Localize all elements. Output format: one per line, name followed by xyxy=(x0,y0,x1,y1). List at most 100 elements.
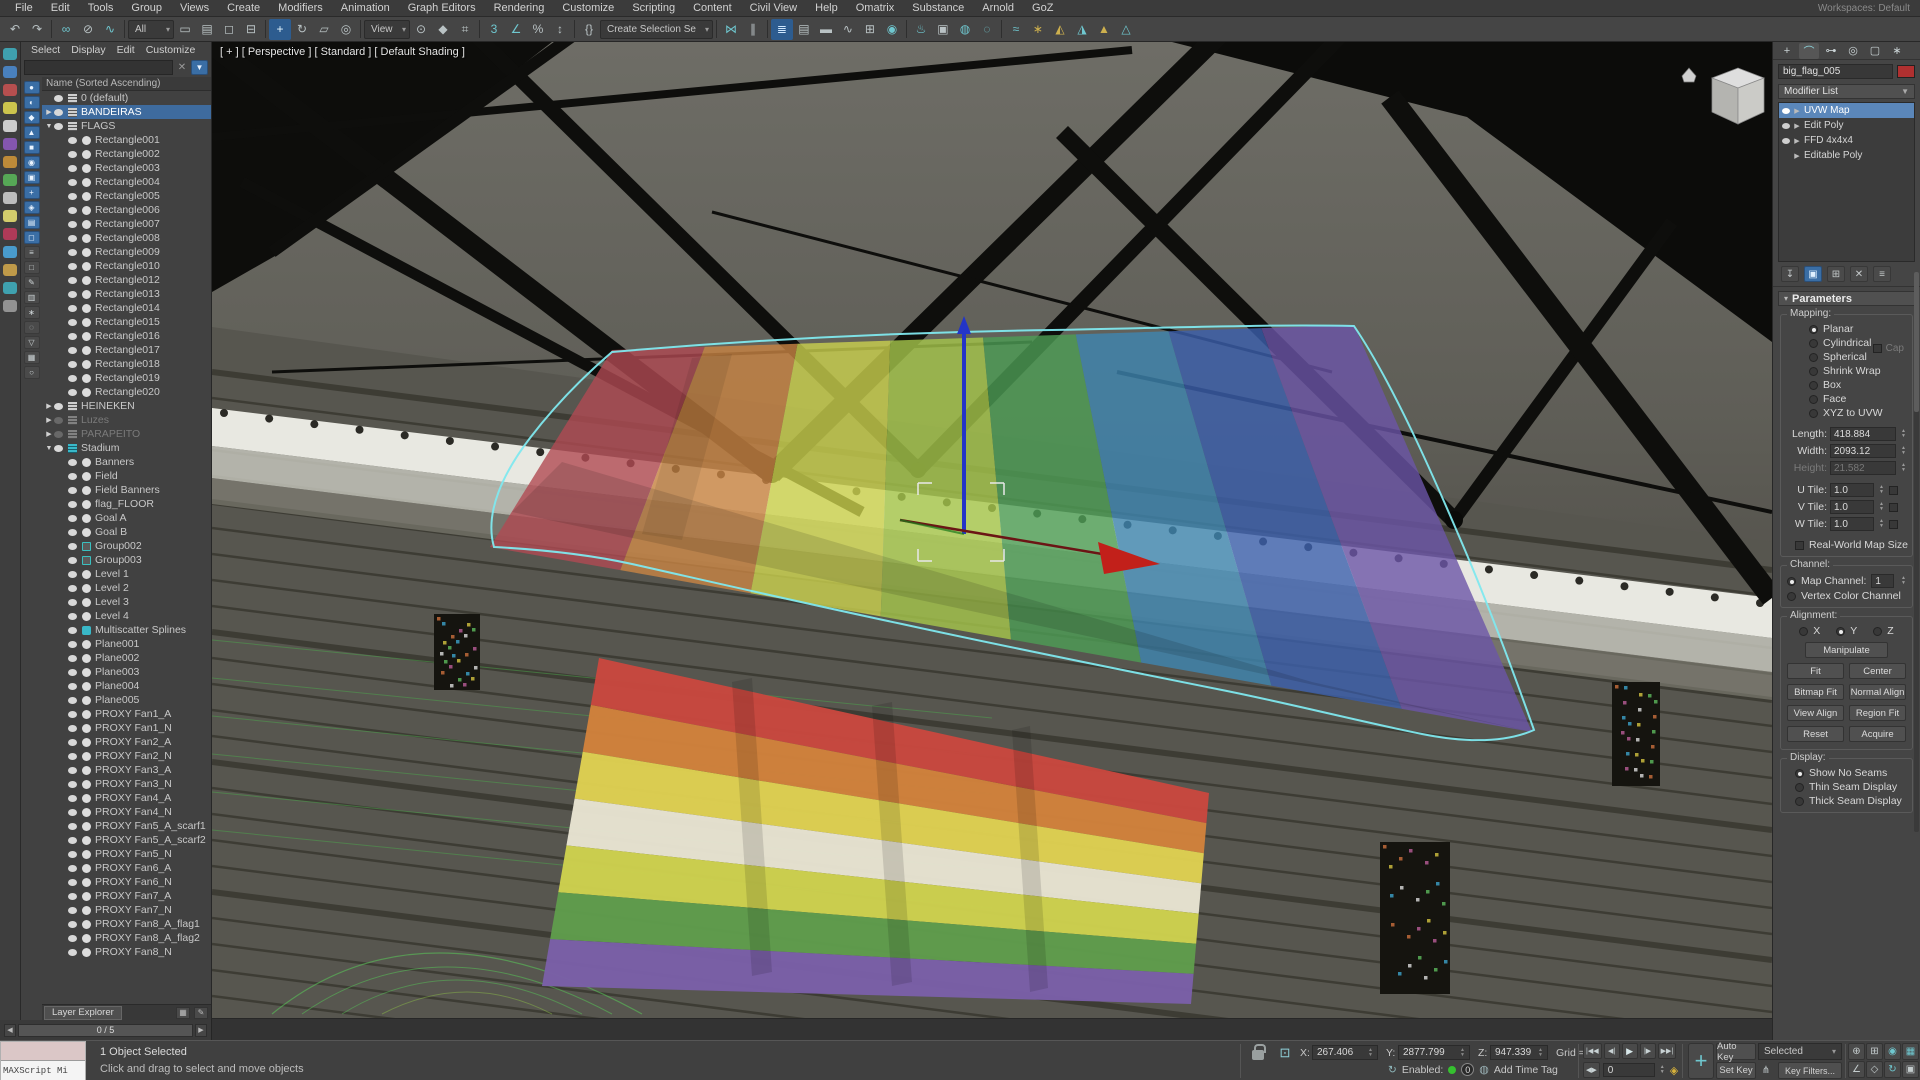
helpers-filter-icon[interactable] xyxy=(3,120,17,132)
vertex-color-option[interactable]: Vertex Color Channel xyxy=(1787,590,1908,602)
scene-item[interactable]: FLAGS xyxy=(42,119,211,133)
spinner-icon[interactable]: ▲▼ xyxy=(1899,461,1908,475)
visibility-eye-icon[interactable] xyxy=(68,501,77,508)
visibility-eye-icon[interactable] xyxy=(68,879,77,886)
modifier-expander-icon[interactable]: ▶ xyxy=(1793,137,1801,145)
flip-checkbox[interactable] xyxy=(1889,486,1898,495)
explorer-menu-item[interactable]: Edit xyxy=(117,44,135,56)
explorer-rows-button[interactable]: ▥ xyxy=(24,291,40,304)
visibility-eye-icon[interactable] xyxy=(68,347,77,354)
seam-display-option[interactable]: Thin Seam Display xyxy=(1795,781,1908,793)
create-tab[interactable]: + xyxy=(1777,43,1797,59)
visibility-eye-icon[interactable] xyxy=(68,473,77,480)
workspaces-selector[interactable]: Workspaces: Default xyxy=(1818,3,1910,14)
visibility-eye-icon[interactable] xyxy=(68,305,77,312)
snap-toggle-3d-icon[interactable]: 3 xyxy=(483,19,505,40)
cap-option[interactable]: Cap xyxy=(1873,343,1904,354)
visibility-eye-icon[interactable] xyxy=(54,445,63,452)
modify-tab[interactable]: ⌒ xyxy=(1799,43,1819,59)
explorer-list-button[interactable]: ≡ xyxy=(24,246,40,259)
toggle-ribbon-icon[interactable]: ▬ xyxy=(815,19,837,40)
axis-option[interactable]: Z xyxy=(1873,625,1893,637)
modifier-eye-icon[interactable] xyxy=(1782,138,1790,144)
visibility-eye-icon[interactable] xyxy=(68,893,77,900)
display-tab[interactable]: ▢ xyxy=(1865,43,1885,59)
misc-category-icon[interactable] xyxy=(3,300,17,312)
visibility-eye-icon[interactable] xyxy=(68,697,77,704)
spinner-icon[interactable]: ▲▼ xyxy=(1899,427,1908,441)
visibility-eye-icon[interactable] xyxy=(68,585,77,592)
visibility-eye-icon[interactable] xyxy=(68,459,77,466)
scene-item[interactable]: Plane004 xyxy=(42,679,211,693)
visibility-eye-icon[interactable] xyxy=(68,557,77,564)
bones-filter-icon[interactable] xyxy=(3,156,17,168)
spinner-icon[interactable]: ▲▼ xyxy=(1877,483,1886,497)
visibility-eye-icon[interactable] xyxy=(68,655,77,662)
motion-tab[interactable]: ◎ xyxy=(1843,43,1863,59)
scene-item[interactable]: PROXY Fan2_N xyxy=(42,749,211,763)
toolbar-separator[interactable] xyxy=(51,20,52,38)
percent-snap-icon[interactable]: % xyxy=(527,19,549,40)
axis-option[interactable]: Y xyxy=(1836,625,1857,637)
pan-icon[interactable]: ◇ xyxy=(1866,1061,1883,1078)
auto-key-button[interactable]: Auto Key xyxy=(1716,1043,1756,1060)
modifier-stack-item[interactable]: ▶ Editable Poly xyxy=(1779,148,1914,163)
radio-icon[interactable] xyxy=(1809,353,1818,362)
frame-step-icon[interactable]: ◀▶ xyxy=(1583,1062,1600,1078)
scene-item[interactable]: PROXY Fan6_N xyxy=(42,875,211,889)
play-button[interactable]: ▶ xyxy=(1622,1043,1638,1059)
flip-checkbox[interactable] xyxy=(1889,520,1898,529)
menu-item[interactable]: Help xyxy=(806,2,847,14)
show-end-result-icon[interactable]: ▣ xyxy=(1804,266,1822,282)
scene-item[interactable]: PROXY Fan5_A_scarf2 xyxy=(42,833,211,847)
number-input[interactable]: 1.0 xyxy=(1830,517,1874,531)
menu-item[interactable]: Edit xyxy=(42,2,79,14)
zoom-extents-icon[interactable]: ◉ xyxy=(1884,1043,1901,1060)
visibility-eye-icon[interactable] xyxy=(68,221,77,228)
radio-icon[interactable] xyxy=(1795,769,1804,778)
map-channel-option[interactable]: Map Channel: 1 ▲▼ xyxy=(1787,574,1908,588)
radio-icon[interactable] xyxy=(1799,627,1808,636)
radio-icon[interactable] xyxy=(1809,409,1818,418)
zoom-all-icon[interactable]: ⊞ xyxy=(1866,1043,1883,1060)
modifier-list-dropdown[interactable]: Modifier List▼ xyxy=(1778,84,1915,99)
selection-lock-icon[interactable] xyxy=(1252,1050,1264,1060)
modifier-expander-icon[interactable]: ▶ xyxy=(1793,152,1801,160)
menu-item[interactable]: Scripting xyxy=(623,2,684,14)
sphere-icon[interactable] xyxy=(3,282,17,294)
visibility-eye-icon[interactable] xyxy=(68,669,77,676)
bind-to-space-warp-icon[interactable]: ∿ xyxy=(99,19,121,40)
visibility-eye-icon[interactable] xyxy=(68,165,77,172)
spinner-icon[interactable]: ▲▼ xyxy=(1899,574,1908,588)
visibility-eye-icon[interactable] xyxy=(54,403,63,410)
visibility-eye-icon[interactable] xyxy=(68,389,77,396)
scene-item[interactable]: PROXY Fan3_A xyxy=(42,763,211,777)
visibility-eye-icon[interactable] xyxy=(68,487,77,494)
explorer-dot-button[interactable]: ○ xyxy=(24,366,40,379)
explorer-warps-button[interactable]: + xyxy=(24,186,40,199)
current-frame-field[interactable]: 0 xyxy=(1603,1063,1655,1077)
expander-icon[interactable] xyxy=(44,108,54,116)
seam-display-option[interactable]: Show No Seams xyxy=(1795,767,1908,779)
radio-icon[interactable] xyxy=(1809,339,1818,348)
visibility-eye-icon[interactable] xyxy=(68,767,77,774)
explorer-lights-button[interactable]: ■ xyxy=(24,141,40,154)
mirror-icon[interactable]: ⋈ xyxy=(720,19,742,40)
filter-icon[interactable]: ▼ xyxy=(191,60,208,75)
visibility-eye-icon[interactable] xyxy=(68,627,77,634)
curve-editor-icon[interactable]: ∿ xyxy=(837,19,859,40)
explorer-tri-button[interactable]: ▽ xyxy=(24,336,40,349)
mapping-option[interactable]: Shrink Wrap xyxy=(1809,365,1908,377)
hair-fx-icon[interactable]: ◭ xyxy=(1049,19,1071,40)
scene-item[interactable]: BANDEIRAS xyxy=(42,105,211,119)
z-coord-field[interactable]: 947.339▲▼ xyxy=(1490,1045,1548,1060)
containers-icon[interactable] xyxy=(3,246,17,258)
toolbar-separator[interactable] xyxy=(124,20,125,38)
scene-item[interactable]: Field Banners xyxy=(42,483,211,497)
visibility-eye-icon[interactable] xyxy=(68,137,77,144)
visibility-eye-icon[interactable] xyxy=(68,781,77,788)
visibility-eye-icon[interactable] xyxy=(68,683,77,690)
visibility-eye-icon[interactable] xyxy=(68,907,77,914)
alignment-button[interactable]: Center xyxy=(1849,663,1906,679)
shapes-filter-icon[interactable] xyxy=(3,66,17,78)
